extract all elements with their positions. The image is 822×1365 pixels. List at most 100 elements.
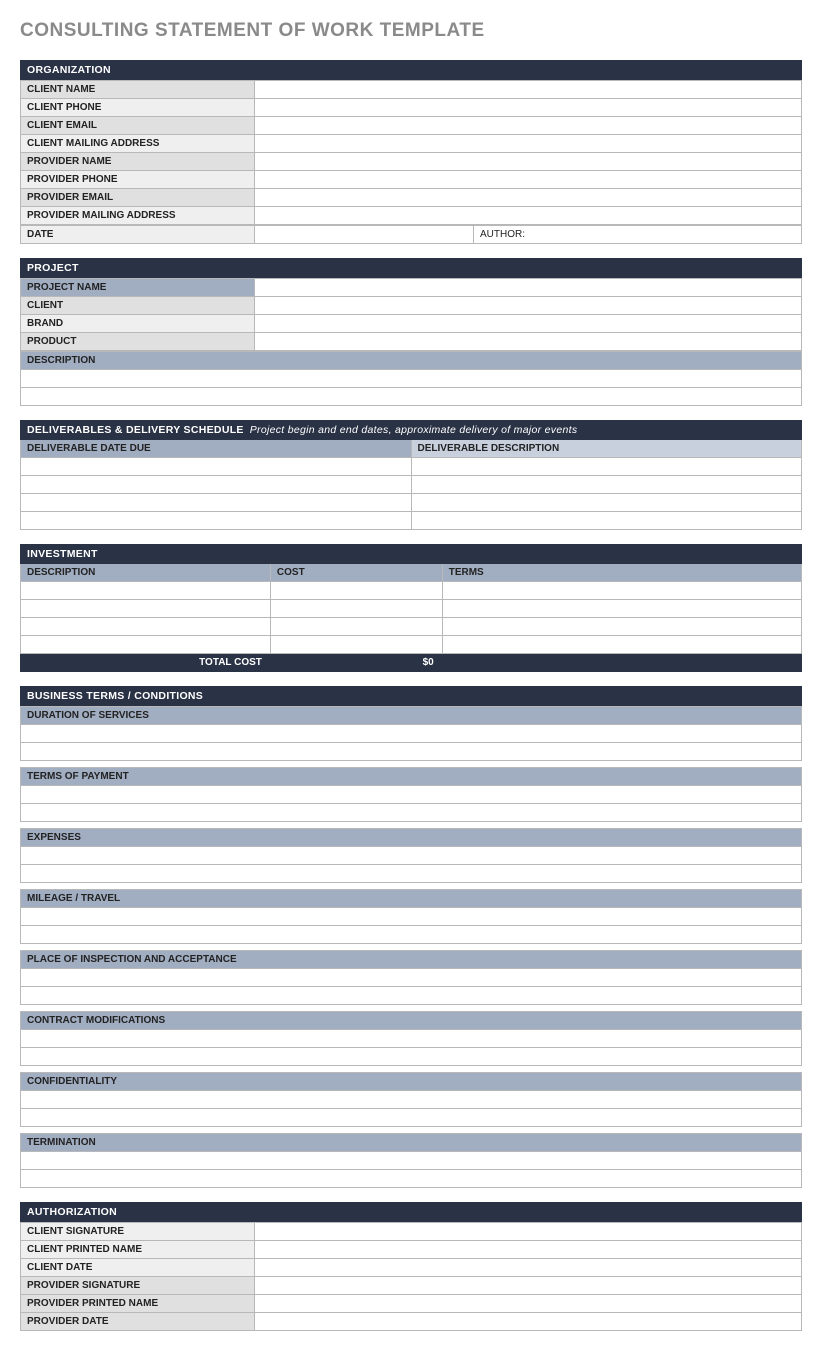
auth-row-cell[interactable] <box>255 1277 802 1295</box>
project-row-cell[interactable] <box>255 297 802 315</box>
project-header: PROJECT <box>21 259 802 278</box>
terms-item-cell[interactable] <box>21 847 802 865</box>
terms-item-cell[interactable] <box>21 987 802 1005</box>
deliverable-desc-cell[interactable] <box>411 476 802 494</box>
deliverables-col1: DELIVERABLE DATE DUE <box>21 440 412 458</box>
terms-item-cell[interactable] <box>21 1109 802 1127</box>
terms-item-cell[interactable] <box>21 804 802 822</box>
project-description-label: DESCRIPTION <box>21 352 802 370</box>
terms-item-cell[interactable] <box>21 1048 802 1066</box>
investment-total-terms <box>442 654 801 672</box>
org-row-cell[interactable] <box>255 207 802 225</box>
org-row-label: PROVIDER EMAIL <box>21 189 255 207</box>
terms-item-label: DURATION OF SERVICES <box>21 707 802 725</box>
terms-item-cell[interactable] <box>21 908 802 926</box>
terms-header: BUSINESS TERMS / CONDITIONS <box>21 687 802 706</box>
investment-cost-cell[interactable] <box>270 618 442 636</box>
deliverable-date-cell[interactable] <box>21 476 412 494</box>
terms-item-cell[interactable] <box>21 926 802 944</box>
deliverables-section: DELIVERABLES & DELIVERY SCHEDULEProject … <box>20 420 802 530</box>
terms-item-cell[interactable] <box>21 1030 802 1048</box>
auth-row-cell[interactable] <box>255 1223 802 1241</box>
org-date-label: DATE <box>21 226 255 244</box>
investment-terms-cell[interactable] <box>442 582 801 600</box>
terms-item-cell[interactable] <box>21 1170 802 1188</box>
auth-row-label: CLIENT PRINTED NAME <box>21 1241 255 1259</box>
org-row-cell[interactable] <box>255 117 802 135</box>
investment-desc-cell[interactable] <box>21 600 271 618</box>
project-row-label: CLIENT <box>21 297 255 315</box>
auth-row-label: PROVIDER SIGNATURE <box>21 1277 255 1295</box>
deliverables-header: DELIVERABLES & DELIVERY SCHEDULEProject … <box>21 421 802 440</box>
org-row-cell[interactable] <box>255 153 802 171</box>
deliverable-desc-cell[interactable] <box>411 512 802 530</box>
org-row-cell[interactable] <box>255 99 802 117</box>
auth-row-cell[interactable] <box>255 1241 802 1259</box>
project-section: PROJECT PROJECT NAME CLIENT BRAND PRODUC… <box>20 258 802 406</box>
investment-desc-cell[interactable] <box>21 636 271 654</box>
org-row-cell[interactable] <box>255 171 802 189</box>
terms-item-label: CONFIDENTIALITY <box>21 1073 802 1091</box>
deliverable-date-cell[interactable] <box>21 458 412 476</box>
org-row-cell[interactable] <box>255 135 802 153</box>
project-description-cell[interactable] <box>21 370 802 388</box>
terms-item-cell[interactable] <box>21 1091 802 1109</box>
terms-item-cell[interactable] <box>21 786 802 804</box>
investment-col2: COST <box>270 564 442 582</box>
terms-section: BUSINESS TERMS / CONDITIONS DURATION OF … <box>20 686 802 1188</box>
org-date-cell[interactable] <box>255 226 474 244</box>
deliverable-desc-cell[interactable] <box>411 494 802 512</box>
project-description-cell[interactable] <box>21 388 802 406</box>
deliverable-date-cell[interactable] <box>21 512 412 530</box>
org-row-cell[interactable] <box>255 81 802 99</box>
investment-header: INVESTMENT <box>21 545 802 564</box>
terms-item-label: EXPENSES <box>21 829 802 847</box>
investment-cost-cell[interactable] <box>270 636 442 654</box>
auth-row-cell[interactable] <box>255 1313 802 1331</box>
authorization-header: AUTHORIZATION <box>21 1203 802 1222</box>
deliverable-date-cell[interactable] <box>21 494 412 512</box>
investment-desc-cell[interactable] <box>21 618 271 636</box>
terms-item-cell[interactable] <box>21 725 802 743</box>
project-row-cell[interactable] <box>255 315 802 333</box>
organization-header: ORGANIZATION <box>21 61 802 80</box>
org-row-label: PROVIDER PHONE <box>21 171 255 189</box>
org-row-label: CLIENT PHONE <box>21 99 255 117</box>
project-row-cell[interactable] <box>255 333 802 351</box>
investment-cost-cell[interactable] <box>270 582 442 600</box>
terms-item-label: TERMS OF PAYMENT <box>21 768 802 786</box>
investment-col3: TERMS <box>442 564 801 582</box>
project-row-label: PROJECT NAME <box>21 279 255 297</box>
deliverables-col2: DELIVERABLE DESCRIPTION <box>411 440 802 458</box>
organization-section: ORGANIZATION CLIENT NAME CLIENT PHONE CL… <box>20 60 802 244</box>
auth-row-cell[interactable] <box>255 1295 802 1313</box>
investment-section: INVESTMENT DESCRIPTION COST TERMS TOTAL … <box>20 544 802 672</box>
auth-row-cell[interactable] <box>255 1259 802 1277</box>
terms-item-label: PLACE OF INSPECTION AND ACCEPTANCE <box>21 951 802 969</box>
investment-col1: DESCRIPTION <box>21 564 271 582</box>
org-row-label: CLIENT EMAIL <box>21 117 255 135</box>
terms-item-cell[interactable] <box>21 969 802 987</box>
investment-desc-cell[interactable] <box>21 582 271 600</box>
investment-total-value: $0 <box>270 654 442 672</box>
investment-terms-cell[interactable] <box>442 618 801 636</box>
deliverables-header-text: DELIVERABLES & DELIVERY SCHEDULE <box>27 424 244 436</box>
project-row-cell[interactable] <box>255 279 802 297</box>
terms-item-cell[interactable] <box>21 865 802 883</box>
terms-item-cell[interactable] <box>21 1152 802 1170</box>
terms-item-cell[interactable] <box>21 743 802 761</box>
investment-total-label: TOTAL COST <box>21 654 271 672</box>
authorization-section: AUTHORIZATION CLIENT SIGNATURE CLIENT PR… <box>20 1202 802 1331</box>
org-row-label: PROVIDER NAME <box>21 153 255 171</box>
deliverable-desc-cell[interactable] <box>411 458 802 476</box>
org-row-label: CLIENT MAILING ADDRESS <box>21 135 255 153</box>
org-row-cell[interactable] <box>255 189 802 207</box>
investment-cost-cell[interactable] <box>270 600 442 618</box>
terms-item-label: CONTRACT MODIFICATIONS <box>21 1012 802 1030</box>
project-row-label: BRAND <box>21 315 255 333</box>
org-author-cell[interactable]: AUTHOR: <box>473 226 801 244</box>
investment-terms-cell[interactable] <box>442 636 801 654</box>
investment-terms-cell[interactable] <box>442 600 801 618</box>
page-title: CONSULTING STATEMENT OF WORK TEMPLATE <box>20 20 802 42</box>
auth-row-label: PROVIDER PRINTED NAME <box>21 1295 255 1313</box>
